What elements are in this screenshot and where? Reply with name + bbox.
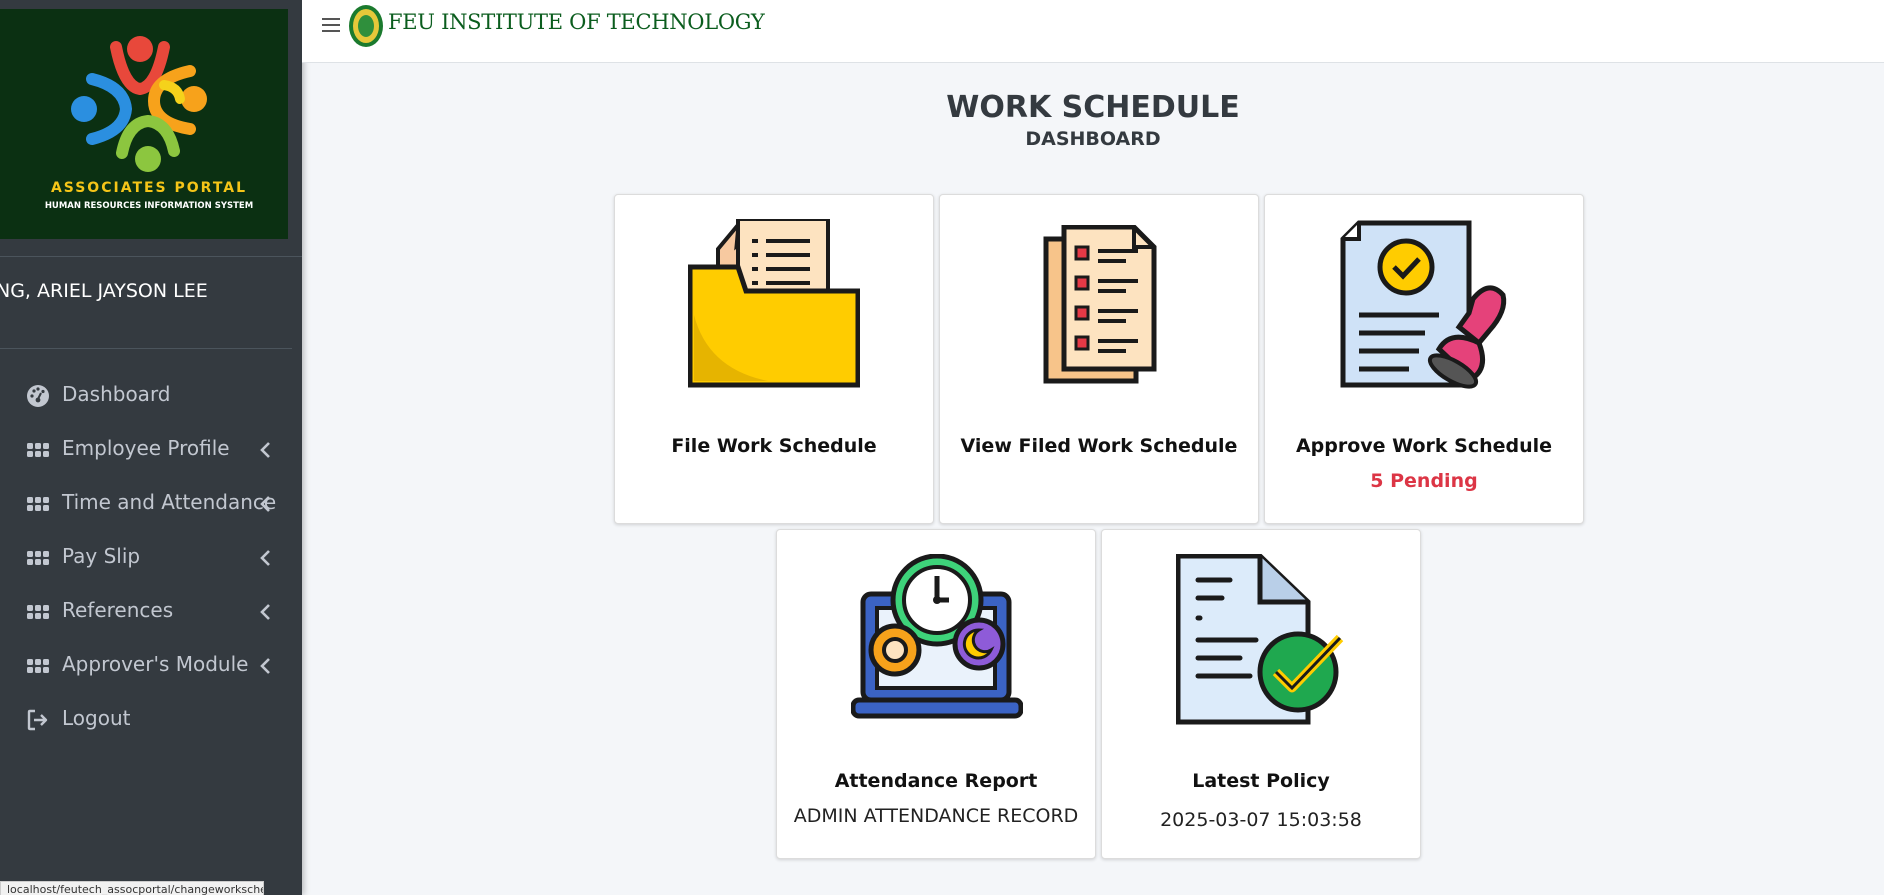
sidebar-item-label: Dashboard [62, 382, 171, 406]
sidebar-divider [0, 348, 292, 349]
page-subtitle: DASHBOARD [1025, 128, 1161, 150]
dashboard-gauge-icon [27, 385, 49, 407]
sidebar-item-label: Pay Slip [62, 544, 141, 568]
sidebar-nav: Dashboard Employee Profile Time and Atte… [0, 370, 290, 748]
folder-document-icon [688, 219, 860, 388]
chevron-left-icon [260, 550, 270, 566]
card-approve-work-schedule[interactable]: Approve Work Schedule 5 Pending [1264, 194, 1584, 524]
sidebar-item-pay-slip[interactable]: Pay Slip [0, 532, 290, 586]
sidebar-item-label: Employee Profile [62, 436, 230, 460]
logo-title: ASSOCIATES PORTAL [50, 180, 248, 196]
feu-seal-icon[interactable] [348, 4, 384, 48]
card-subtitle: ADMIN ATTENDANCE RECORD [793, 805, 1079, 827]
card-attendance-report[interactable]: Attendance Report ADMIN ATTENDANCE RECOR… [776, 529, 1096, 859]
sidebar-item-dashboard[interactable]: Dashboard [0, 370, 290, 424]
brand-name[interactable]: FEU INSTITUTE OF TECHNOLOGY [388, 10, 765, 34]
pending-count-badge: 5 Pending [1370, 470, 1478, 492]
sidebar-item-label: Time and Attendance [62, 490, 277, 514]
sidebar-item-label: Approver's Module [62, 652, 249, 676]
portal-logo[interactable]: ASSOCIATES PORTAL HUMAN RESOURCES INFORM… [0, 9, 288, 239]
card-latest-policy[interactable]: Latest Policy 2025-03-07 15:03:58 [1101, 529, 1421, 859]
logout-icon [27, 709, 48, 731]
sidebar-item-logout[interactable]: Logout [0, 694, 290, 748]
card-title: Attendance Report [834, 770, 1038, 792]
sidebar-divider [0, 256, 302, 257]
sidebar-item-approvers-module[interactable]: Approver's Module [0, 640, 290, 694]
people-circle-logo-icon [71, 36, 207, 172]
grid-icon [27, 551, 49, 565]
chevron-left-icon [260, 496, 270, 512]
sidebar-item-references[interactable]: References [0, 586, 290, 640]
approval-stamp-icon [1340, 220, 1507, 389]
grid-icon [27, 659, 49, 673]
sidebar-item-time-and-attendance[interactable]: Time and Attendance [0, 478, 290, 532]
top-navbar: FEU INSTITUTE OF TECHNOLOGY [302, 0, 1884, 63]
page-title: WORK SCHEDULE [946, 90, 1240, 125]
sidebar-item-label: References [62, 598, 174, 622]
card-subtitle-timestamp: 2025-03-07 15:03:58 [1160, 809, 1362, 831]
grid-icon [27, 605, 49, 619]
card-view-filed-work-schedule[interactable]: View Filed Work Schedule [939, 194, 1259, 524]
status-bar-url: localhost/feutech_assocportal/changework… [0, 881, 264, 895]
user-name[interactable]: NG, ARIEL JAYSON LEE [0, 280, 208, 302]
logo-subtitle: HUMAN RESOURCES INFORMATION SYSTEM [44, 201, 254, 211]
card-title: Approve Work Schedule [1295, 435, 1553, 457]
laptop-clock-icon [851, 554, 1023, 719]
sidebar-item-label: Logout [62, 706, 131, 730]
card-title: File Work Schedule [671, 435, 877, 457]
grid-icon [27, 497, 49, 511]
chevron-left-icon [260, 658, 270, 674]
chevron-left-icon [260, 442, 270, 458]
sidebar: ASSOCIATES PORTAL HUMAN RESOURCES INFORM… [0, 0, 302, 895]
card-file-work-schedule[interactable]: File Work Schedule [614, 194, 934, 524]
chevron-left-icon [260, 604, 270, 620]
grid-icon [27, 443, 49, 457]
policy-document-check-icon [1176, 554, 1344, 725]
card-title: View Filed Work Schedule [960, 435, 1238, 457]
card-title: Latest Policy [1192, 770, 1330, 792]
checklist-document-icon [1043, 225, 1157, 384]
sidebar-item-employee-profile[interactable]: Employee Profile [0, 424, 290, 478]
menu-toggle-icon[interactable] [322, 18, 340, 34]
